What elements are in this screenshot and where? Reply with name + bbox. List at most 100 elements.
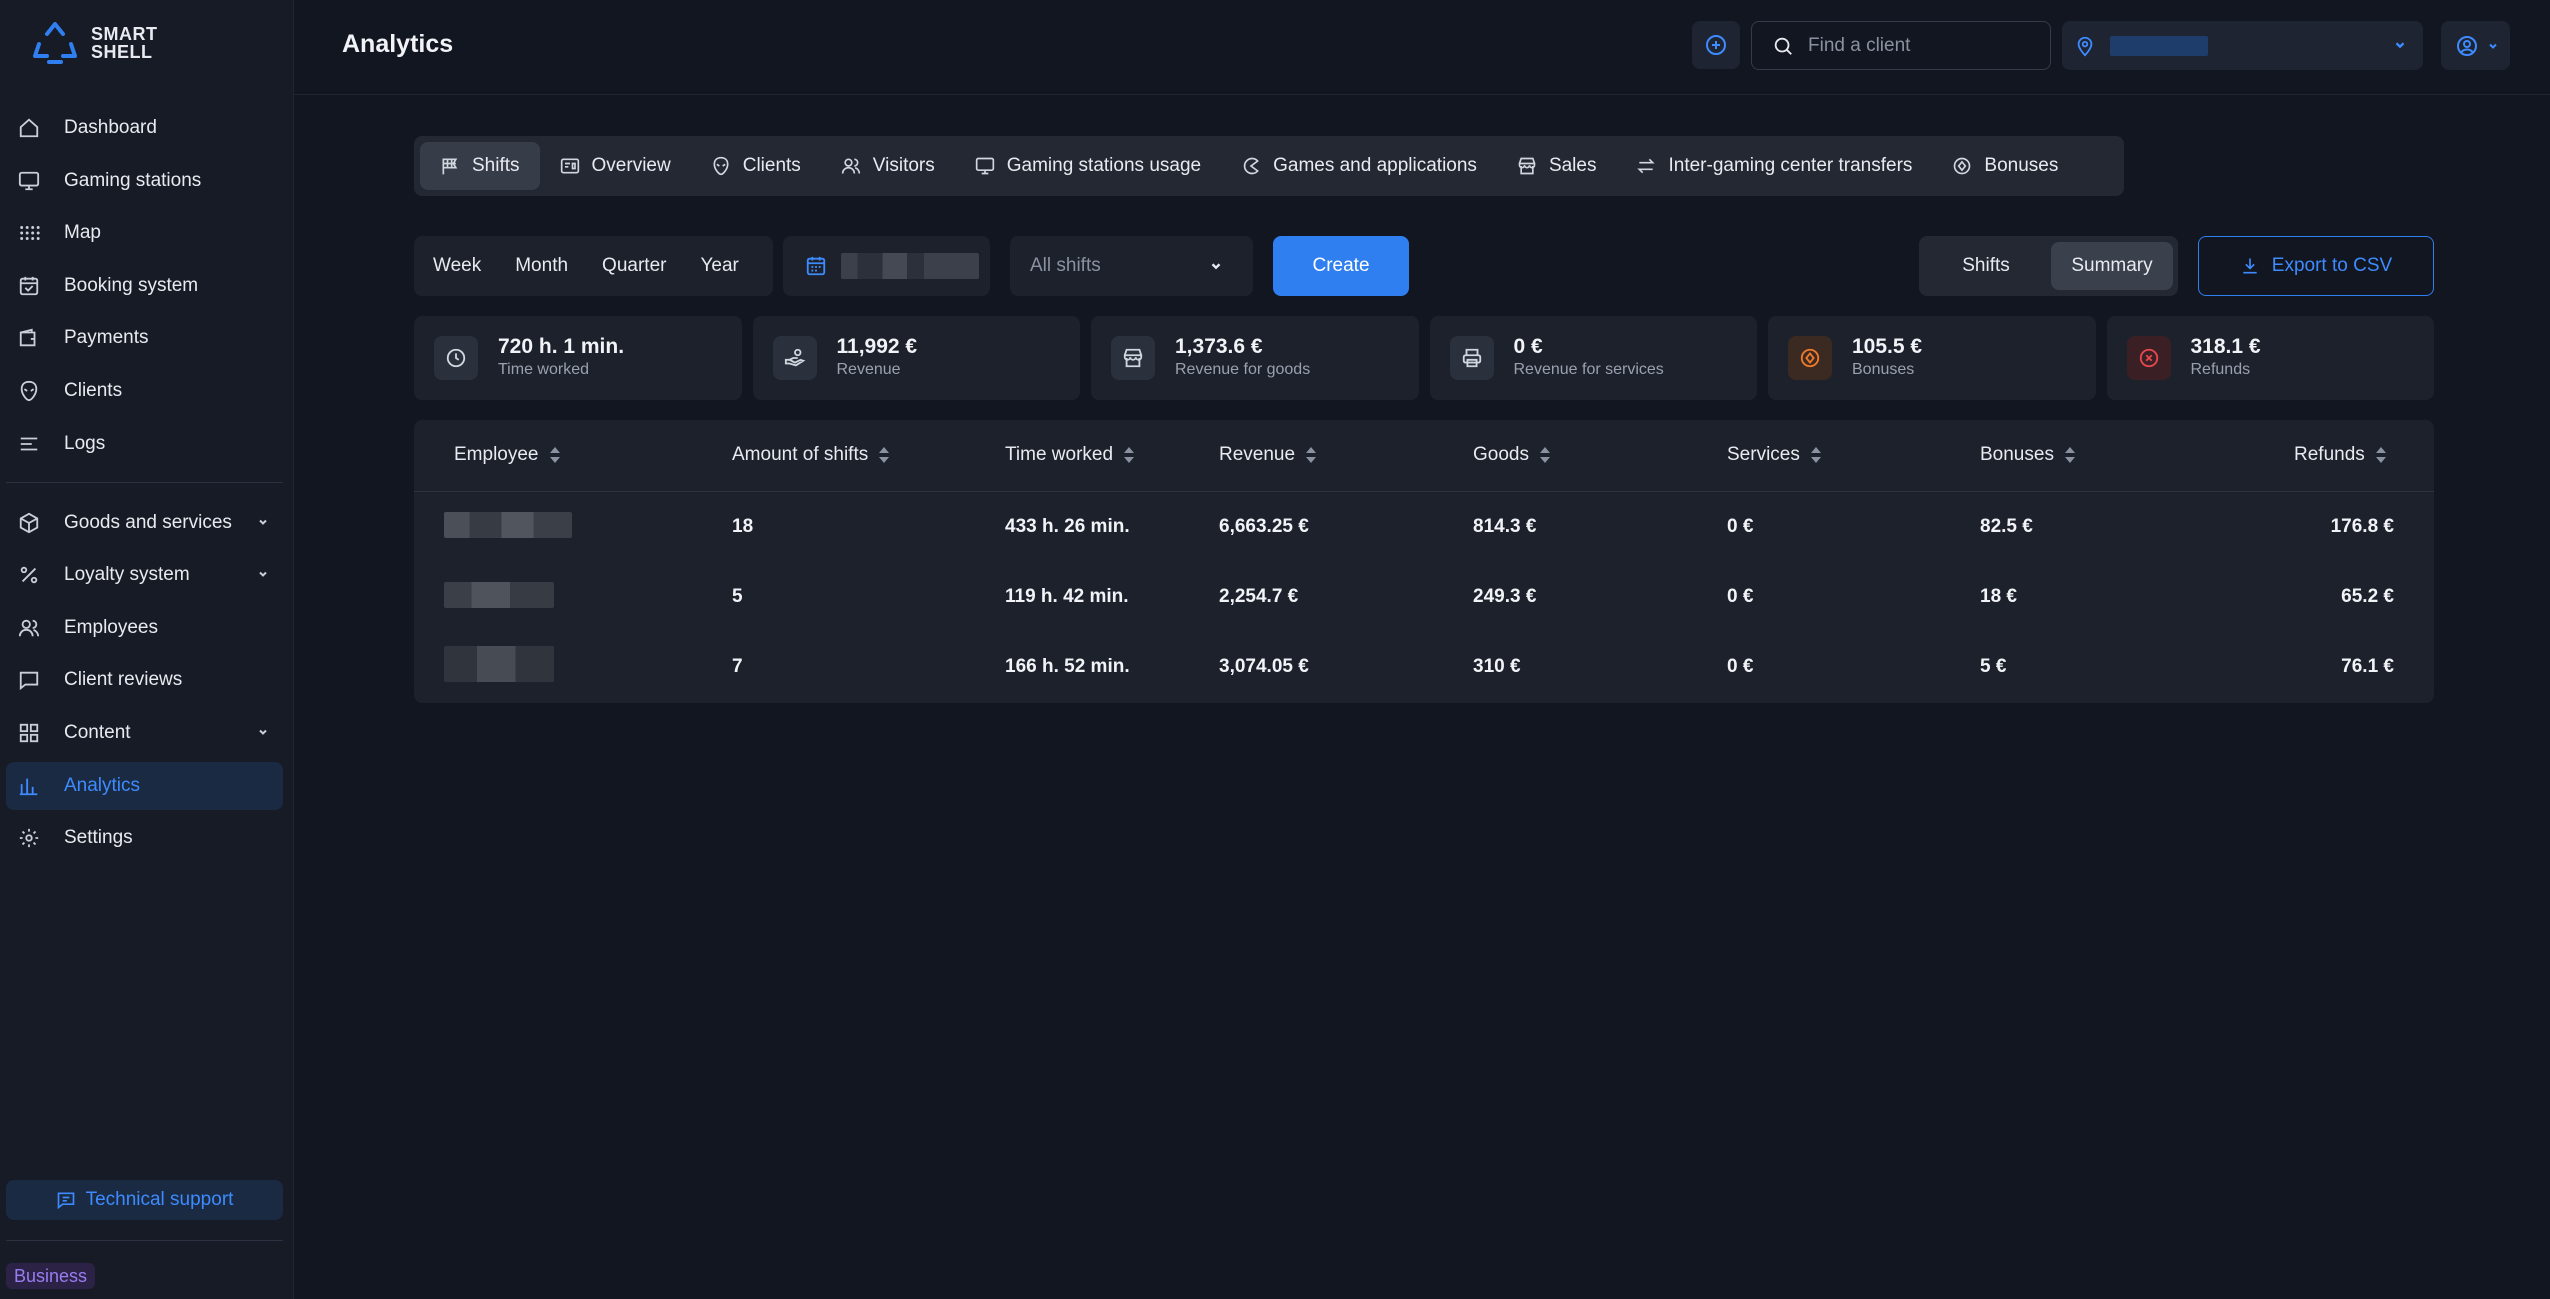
- tab-transfers[interactable]: Inter-gaming center transfers: [1616, 142, 1932, 190]
- column-header-time-worked[interactable]: Time worked: [1005, 444, 1135, 466]
- tab-games-and-applications[interactable]: Games and applications: [1221, 142, 1497, 190]
- tab-label: Gaming stations usage: [1006, 155, 1202, 176]
- tab-label: Visitors: [872, 155, 935, 176]
- brand-logo[interactable]: SMART SHELL: [33, 22, 158, 64]
- chevron-down-icon: [2393, 38, 2407, 52]
- technical-support-button[interactable]: Technical support: [6, 1180, 283, 1220]
- bonus-icon: [1952, 156, 1972, 176]
- column-header-bonuses[interactable]: Bonuses: [1980, 444, 2076, 466]
- tab-shifts[interactable]: Shifts: [420, 142, 540, 190]
- period-quarter-button[interactable]: Quarter: [602, 255, 666, 277]
- chevron-down-icon: [257, 726, 269, 738]
- cell-bonuses: 5 €: [1980, 656, 2007, 677]
- sidebar-item-clients[interactable]: Clients: [6, 367, 283, 415]
- sidebar-item-label: Logs: [64, 432, 106, 454]
- sidebar-item-gaming-stations[interactable]: Gaming stations: [6, 157, 283, 205]
- printer-icon: [1449, 336, 1494, 380]
- cell-services: 0 €: [1727, 586, 1754, 607]
- stat-label: Bonuses: [1852, 361, 1915, 378]
- cell-services: 0 €: [1727, 516, 1754, 537]
- column-header-services[interactable]: Services: [1727, 444, 1822, 466]
- sort-icon: [878, 445, 890, 465]
- cell-time-worked: 166 h. 52 min.: [1005, 656, 1130, 677]
- sidebar-item-label: Settings: [64, 827, 133, 849]
- brand-text: SMART SHELL: [91, 24, 158, 62]
- tab-bonuses[interactable]: Bonuses: [1932, 142, 2078, 190]
- sidebar-item-client-reviews[interactable]: Client reviews: [6, 656, 283, 704]
- tab-label: Shifts: [472, 155, 520, 176]
- location-name-redacted: [2110, 35, 2208, 56]
- shift-select-value: All shifts: [1030, 255, 1101, 276]
- sidebar-item-map[interactable]: Map: [6, 209, 283, 257]
- sidebar-item-goods[interactable]: Goods and services: [6, 499, 283, 547]
- sidebar-item-label: Client reviews: [64, 669, 183, 691]
- money-hand-icon: [772, 336, 817, 380]
- sidebar-item-booking[interactable]: Booking system: [6, 262, 283, 310]
- sidebar-item-analytics[interactable]: Analytics: [6, 761, 283, 810]
- stat-value: 1,373.6 €: [1175, 335, 1263, 358]
- search-input[interactable]: [1808, 34, 2028, 57]
- analytics-tabs: Shifts Overview Clients Visitors Gaming …: [414, 136, 2124, 196]
- period-week-button[interactable]: Week: [433, 255, 481, 277]
- cell-revenue: 3,074.05 €: [1219, 656, 1309, 677]
- tab-sales[interactable]: Sales: [1497, 142, 1617, 190]
- cell-services: 0 €: [1727, 656, 1754, 677]
- date-range-picker[interactable]: [783, 236, 990, 296]
- tab-clients[interactable]: Clients: [691, 142, 821, 190]
- view-summary-button[interactable]: Summary: [2051, 242, 2173, 290]
- download-icon: [2240, 256, 2260, 276]
- employee-name-redacted: [444, 646, 554, 682]
- overview-icon: [560, 156, 580, 176]
- sidebar-item-content[interactable]: Content: [6, 709, 283, 757]
- location-select[interactable]: [2062, 21, 2423, 70]
- add-button[interactable]: [1692, 21, 1740, 69]
- sidebar-item-label: Goods and services: [64, 511, 232, 533]
- create-button[interactable]: Create: [1273, 236, 1409, 296]
- table-row[interactable]: 18 433 h. 26 min. 6,663.25 € 814.3 € 0 €…: [414, 492, 2434, 562]
- sidebar-item-dashboard[interactable]: Dashboard: [6, 104, 283, 152]
- sidebar-item-loyalty[interactable]: Loyalty system: [6, 551, 283, 599]
- sidebar-item-settings[interactable]: Settings: [6, 814, 283, 862]
- cell-bonuses: 18 €: [1980, 586, 2017, 607]
- stat-value: 318.1 €: [2190, 335, 2261, 358]
- column-header-employee[interactable]: Employee: [454, 444, 561, 466]
- sidebar-item-payments[interactable]: Payments: [6, 314, 283, 362]
- sidebar-item-label: Analytics: [64, 774, 141, 796]
- period-year-button[interactable]: Year: [700, 255, 738, 277]
- chevron-down-icon: [257, 568, 269, 580]
- bonus-icon: [1788, 336, 1832, 380]
- column-header-revenue[interactable]: Revenue: [1219, 444, 1317, 466]
- sort-icon: [1810, 445, 1822, 465]
- column-header-refunds[interactable]: Refunds: [2294, 444, 2387, 466]
- tab-gaming-stations-usage[interactable]: Gaming stations usage: [955, 142, 1221, 190]
- user-menu[interactable]: [2441, 21, 2510, 70]
- cell-revenue: 2,254.7 €: [1219, 586, 1299, 607]
- table-header: Employee Amount of shifts Time worked Re…: [414, 420, 2434, 492]
- alien-icon: [711, 156, 731, 176]
- sidebar-nav: Dashboard Gaming stations Map Booking sy…: [6, 104, 283, 867]
- view-shifts-button[interactable]: Shifts: [1925, 242, 2047, 290]
- export-csv-button[interactable]: Export to CSV: [2198, 236, 2434, 296]
- column-header-goods[interactable]: Goods: [1473, 444, 1551, 466]
- client-search[interactable]: [1751, 21, 2051, 70]
- shift-select[interactable]: All shifts: [1010, 236, 1253, 296]
- column-header-amount-of-shifts[interactable]: Amount of shifts: [732, 444, 890, 466]
- sidebar-item-label: Loyalty system: [64, 564, 190, 586]
- cell-shifts: 18: [732, 516, 754, 537]
- period-month-button[interactable]: Month: [515, 255, 568, 277]
- sort-icon: [549, 445, 561, 465]
- tab-overview[interactable]: Overview: [540, 142, 691, 190]
- sort-icon: [1539, 445, 1551, 465]
- sort-icon: [1123, 445, 1135, 465]
- sidebar-item-employees[interactable]: Employees: [6, 604, 283, 652]
- sidebar-item-logs[interactable]: Logs: [6, 420, 283, 468]
- table-row[interactable]: 5 119 h. 42 min. 2,254.7 € 249.3 € 0 € 1…: [414, 562, 2434, 632]
- stat-value: 0 €: [1513, 335, 1543, 358]
- tab-visitors[interactable]: Visitors: [821, 142, 955, 190]
- stat-card-revenue-services: 0 € Revenue for services: [1429, 316, 1757, 400]
- cell-refunds: 76.1 €: [2341, 656, 2394, 677]
- export-label: Export to CSV: [2271, 255, 2393, 276]
- table-row[interactable]: 7 166 h. 52 min. 3,074.05 € 310 € 0 € 5 …: [414, 632, 2434, 702]
- tab-label: Bonuses: [1984, 155, 2059, 176]
- logo-icon: [33, 22, 77, 64]
